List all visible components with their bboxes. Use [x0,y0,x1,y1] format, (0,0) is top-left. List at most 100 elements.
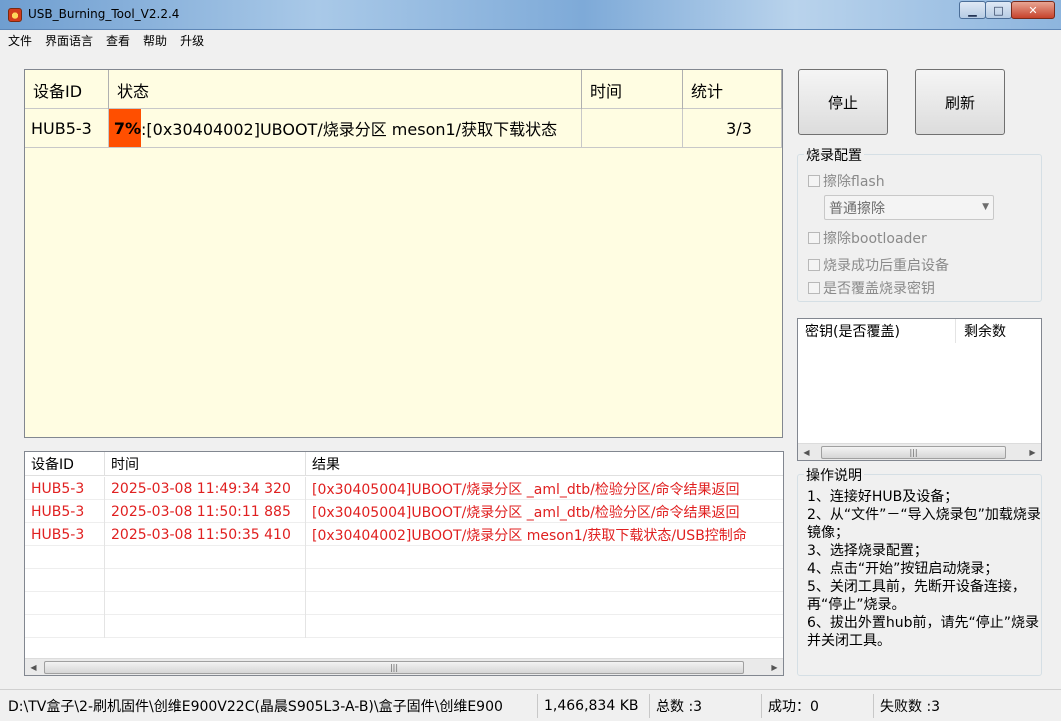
key-list-header: 密钥(是否覆盖) 剩余数 [798,319,1041,343]
empty-cell [306,615,783,638]
scroll-thumb[interactable]: ||| [44,660,744,674]
menu-language[interactable]: 界面语言 [45,32,93,49]
device-table-header: 设备ID 状态 时间 统计 [25,70,782,109]
empty-cell [25,592,105,615]
key-list[interactable]: 密钥(是否覆盖) 剩余数 ◀ ||| ▶ [797,318,1042,461]
log-table-header: 设备ID 时间 结果 [25,452,783,476]
erase-mode-value: 普通擦除 [829,200,885,217]
log-row-empty [25,615,783,638]
close-button[interactable]: ✕ [1011,1,1055,19]
empty-cell [306,592,783,615]
empty-cell [105,546,306,569]
scroll-thumb[interactable]: ||| [821,445,1006,459]
title-bar: USB_Burning_Tool_V2.2.4 ▁ □ ✕ [0,0,1061,30]
erase-flash-checkbox[interactable] [808,175,820,187]
log-result: [0x30405004]UBOOT/烧录分区 _aml_dtb/检验分区/命令结… [312,481,740,498]
overwrite-key-checkbox[interactable] [808,282,820,294]
key-header-remaining[interactable]: 剩余数 [956,319,1041,343]
minimize-button[interactable]: ▁ [959,1,986,19]
log-row[interactable]: HUB5-3 2025-03-08 11:50:35 410 [0x304040… [25,523,783,546]
log-device: HUB5-3 [25,523,105,546]
empty-cell [25,569,105,592]
menu-view[interactable]: 查看 [106,32,130,49]
empty-cell [25,615,105,638]
key-list-scrollbar[interactable]: ◀ ||| ▶ [798,443,1041,460]
menu-help[interactable]: 帮助 [143,32,167,49]
key-header-key[interactable]: 密钥(是否覆盖) [798,319,956,343]
status-fail: 失败数 :3 [880,699,941,715]
app-icon [8,8,22,22]
log-row-empty [25,592,783,615]
log-device: HUB5-3 [25,477,105,500]
status-bar: D:\TV盒子\2-刷机固件\创维E900V22C(晶晨S905L3-A-B)\… [0,689,1061,721]
log-row[interactable]: HUB5-3 2025-03-08 11:49:34 320 [0x304050… [25,477,783,500]
log-time: 2025-03-08 11:50:11 885 [105,500,306,523]
empty-cell [105,592,306,615]
device-time-cell [582,109,683,147]
log-row[interactable]: HUB5-3 2025-03-08 11:50:11 885 [0x304050… [25,500,783,523]
scroll-right-icon[interactable]: ▶ [766,659,783,676]
empty-cell [306,569,783,592]
instruction-line: 5、关闭工具前，先断开设备连接，再“停止”烧录。 [807,579,1026,613]
window-controls: ▁ □ ✕ [959,1,1055,19]
burn-config-title: 烧录配置 [804,145,864,165]
header-stats[interactable]: 统计 [683,70,782,109]
empty-cell [105,615,306,638]
menu-bar: 文件 界面语言 查看 帮助 升级 [0,30,1061,50]
instruction-line: 6、拔出外置hub前，请先“停止”烧录并关闭工具。 [807,615,1040,649]
log-row-empty [25,569,783,592]
scroll-left-icon[interactable]: ◀ [25,659,42,676]
log-header-device[interactable]: 设备ID [25,452,105,476]
log-result: [0x30405004]UBOOT/烧录分区 _aml_dtb/检验分区/命令结… [312,504,740,521]
log-row-empty [25,546,783,569]
erase-bootloader-label: 擦除bootloader [823,231,927,247]
erase-bootloader-checkbox[interactable] [808,232,820,244]
device-stats-cell: 3/3 [683,109,782,147]
status-text: :[0x30404002]UBOOT/烧录分区 meson1/获取下载状态 [141,120,558,139]
status-path: D:\TV盒子\2-刷机固件\创维E900V22C(晶晨S905L3-A-B)\… [2,694,538,718]
reboot-after-checkbox[interactable] [808,259,820,271]
instruction-line: 4、点击“开始”按钮启动烧录； [807,561,999,577]
status-success: 成功：0 [762,694,874,718]
header-status[interactable]: 状态 [109,70,582,109]
instructions-text: 1、连接好HUB及设备； 2、从“文件”－“导入烧录包”加载烧录镜像； 3、选择… [807,488,1042,650]
overwrite-key-option[interactable]: 是否覆盖烧录密钥 [808,278,935,298]
erase-bootloader-option[interactable]: 擦除bootloader [808,228,927,248]
menu-file[interactable]: 文件 [8,32,32,49]
erase-mode-select[interactable]: 普通擦除 ▼ [824,195,994,220]
log-header-result[interactable]: 结果 [306,452,783,476]
device-status-cell: 7% :[0x30404002]UBOOT/烧录分区 meson1/获取下载状态 [109,109,582,147]
device-row[interactable]: HUB5-3 7% :[0x30404002]UBOOT/烧录分区 meson1… [25,109,782,148]
log-header-time[interactable]: 时间 [105,452,306,476]
log-table[interactable]: 设备ID 时间 结果 HUB5-3 2025-03-08 11:49:34 32… [24,451,784,676]
empty-cell [25,546,105,569]
refresh-button[interactable]: 刷新 [915,69,1005,135]
status-total: 总数 :3 [650,694,762,718]
burn-config-group: 烧录配置 擦除flash 普通擦除 ▼ 擦除bootloader 烧录成功后重启… [797,145,1042,302]
maximize-button[interactable]: □ [985,1,1012,19]
empty-cell [306,546,783,569]
log-time: 2025-03-08 11:49:34 320 [105,477,306,500]
menu-upgrade[interactable]: 升级 [180,32,204,49]
device-id-cell: HUB5-3 [25,109,109,147]
instructions-title: 操作说明 [804,465,864,485]
instruction-line: 2、从“文件”－“导入烧录包”加载烧录镜像； [807,507,1041,541]
instruction-line: 3、选择烧录配置； [807,543,928,559]
scroll-right-icon[interactable]: ▶ [1024,444,1041,461]
header-device-id[interactable]: 设备ID [25,70,109,109]
device-table[interactable]: 设备ID 状态 时间 统计 HUB5-3 7% :[0x30404002]UBO… [24,69,783,438]
log-device: HUB5-3 [25,500,105,523]
scroll-left-icon[interactable]: ◀ [798,444,815,461]
instruction-line: 1、连接好HUB及设备； [807,489,959,505]
overwrite-key-label: 是否覆盖烧录密钥 [823,281,935,297]
empty-cell [105,569,306,592]
progress-indicator: 7% [109,109,141,147]
erase-flash-label: 擦除flash [823,174,885,190]
status-size: 1,466,834 KB [538,694,650,718]
stop-button[interactable]: 停止 [798,69,888,135]
header-time[interactable]: 时间 [582,70,683,109]
reboot-after-label: 烧录成功后重启设备 [823,258,949,274]
log-scrollbar[interactable]: ◀ ||| ▶ [25,658,783,675]
reboot-after-option[interactable]: 烧录成功后重启设备 [808,255,949,275]
erase-flash-option[interactable]: 擦除flash [808,171,885,191]
